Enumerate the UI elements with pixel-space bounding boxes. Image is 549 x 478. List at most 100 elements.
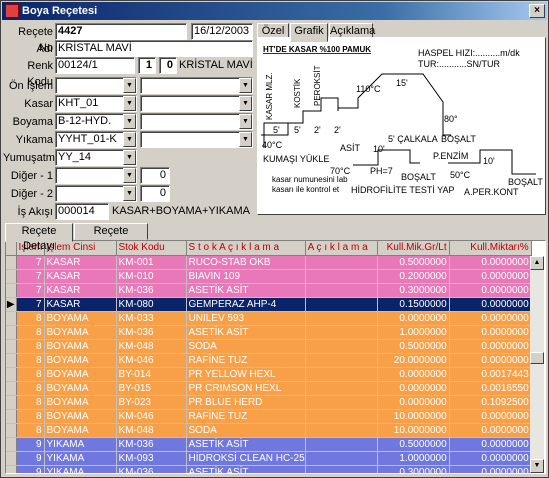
cell-kull-mik-gr[interactable]: 0.3000000 [377,465,450,473]
tab-recete-giderleri[interactable]: Reçete Giderleri [74,223,148,252]
cell-islem[interactable]: 8 [16,311,45,326]
cell-stok-kodu[interactable]: KM-080 [116,297,187,312]
on-islem-combo[interactable]: ▼ [55,77,137,94]
table-row[interactable]: ▶ 7 KASAR KM-080 GEMPERAZ AHP-4 0.1500000 0.00… [6,297,532,312]
cell-stok-kodu[interactable]: BY-014 [116,367,187,382]
cell-aciklama[interactable] [305,311,378,326]
cell-stok-aciklama[interactable]: RUCO-STAB OKB [186,255,306,270]
cell-stok-aciklama[interactable]: GEMPERAZ AHP-4 [186,297,306,312]
cell-stok-aciklama[interactable]: ASETİK ASİT [186,283,306,298]
cell-islem-cinsi[interactable]: KASAR [44,283,117,298]
table-row[interactable]: 8 BOYAMA KM-046 RAFİNE TUZ 20.0000000 0.00000… [6,353,532,368]
cell-islem[interactable]: 9 [16,465,45,473]
cell-islem-cinsi[interactable]: BOYAMA [44,339,117,354]
table-row[interactable]: 8 BOYAMA BY-023 PR BLUE HERD 0.0000000 0.1092… [6,395,532,410]
chevron-down-icon[interactable]: ▼ [239,78,252,93]
cell-islem[interactable]: 8 [16,353,45,368]
cell-aciklama[interactable] [305,353,378,368]
table-row[interactable]: 9 YIKAMA KM-093 HİDROKSİ CLEAN HC-25 1.00000… [6,451,532,466]
cell-islem[interactable]: 7 [16,255,45,270]
diger2-combo[interactable]: ▼ [55,185,137,202]
cell-kull-miktari[interactable]: 0.0000000 [449,297,532,312]
row-indicator[interactable] [6,381,17,396]
table-row[interactable]: 8 BOYAMA KM-046 RAFİNE TUZ 10.0000000 0.00000… [6,409,532,424]
table-row[interactable]: 8 BOYAMA KM-048 SODA 0.5000000 0.0000000 [6,339,532,354]
cell-stok-kodu[interactable]: KM-036 [116,437,187,452]
row-selected-arrow-icon[interactable]: ▶ [6,297,17,312]
cell-stok-aciklama[interactable]: RAFİNE TUZ [186,353,306,368]
row-indicator[interactable] [6,325,17,340]
date-field[interactable]: 16/12/2003 [191,23,253,40]
chevron-down-icon[interactable]: ▼ [239,132,252,147]
renk-n1-field[interactable]: 1 [138,57,156,74]
cell-kull-miktari[interactable]: 0.0000000 [449,353,532,368]
cell-islem[interactable]: 8 [16,395,45,410]
table-row[interactable]: 8 BOYAMA KM-048 SODA 10.0000000 0.0000000 [6,423,532,438]
cell-islem-cinsi[interactable]: YIKAMA [44,437,117,452]
kasar-combo[interactable]: KHT_01 ▼ [55,95,137,112]
cell-islem[interactable]: 7 [16,269,45,284]
cell-kull-mik-gr[interactable]: 10.0000000 [377,423,450,438]
cell-stok-kodu[interactable]: KM-048 [116,423,187,438]
col-stok-aciklama[interactable]: S t o k A ç ı k l a m a [186,241,306,256]
cell-kull-miktari[interactable]: 0.0000000 [449,283,532,298]
cell-stok-kodu[interactable]: KM-048 [116,339,187,354]
cell-stok-aciklama[interactable]: ASETİK ASİT [186,437,306,452]
close-icon[interactable]: × [529,4,545,18]
cell-kull-miktari[interactable]: 0.0000000 [449,437,532,452]
row-indicator[interactable] [6,283,17,298]
cell-aciklama[interactable] [305,465,378,473]
scroll-down-icon[interactable]: ▼ [530,459,544,473]
cell-kull-mik-gr[interactable]: 10.0000000 [377,409,450,424]
cell-stok-aciklama[interactable]: HİDROKSİ CLEAN HC-25 [186,451,306,466]
chevron-down-icon[interactable]: ▼ [123,96,136,111]
row-indicator[interactable] [6,339,17,354]
cell-stok-kodu[interactable]: KM-010 [116,269,187,284]
diger1-value-field[interactable]: 0 [140,167,170,184]
cell-kull-miktari[interactable]: 0.0000000 [449,325,532,340]
cell-kull-miktari[interactable]: 0.0000000 [449,423,532,438]
cell-stok-aciklama[interactable]: BIAVIN 109 [186,269,306,284]
yikama-combo[interactable]: YYHT_01-K ▼ [55,131,137,148]
tab-grafik[interactable]: Grafik [290,23,328,42]
cell-stok-aciklama[interactable]: ASETİK ASİT [186,325,306,340]
cell-stok-kodu[interactable]: KM-033 [116,311,187,326]
cell-kull-miktari[interactable]: 0.0000000 [449,255,532,270]
col-kull-miktari[interactable]: Kull.Miktarı% [449,241,532,256]
cell-kull-mik-gr[interactable]: 0.0000000 [377,367,450,382]
cell-islem[interactable]: 8 [16,409,45,424]
scroll-up-icon[interactable]: ▲ [530,256,544,270]
cell-islem[interactable]: 9 [16,437,45,452]
cell-kull-miktari[interactable]: 0.1092500 [449,395,532,410]
chevron-down-icon[interactable]: ▼ [123,186,136,201]
cell-kull-mik-gr[interactable]: 1.0000000 [377,325,450,340]
cell-aciklama[interactable] [305,451,378,466]
title-bar[interactable]: Boya Reçetesi × [2,2,547,20]
cell-islem-cinsi[interactable]: YIKAMA [44,465,117,473]
cell-islem[interactable]: 8 [16,381,45,396]
row-indicator[interactable] [6,255,17,270]
table-row[interactable]: 8 BOYAMA KM-036 ASETİK ASİT 1.0000000 0.00000… [6,325,532,340]
cell-aciklama[interactable] [305,269,378,284]
cell-islem[interactable]: 7 [16,283,45,298]
cell-aciklama[interactable] [305,255,378,270]
scroll-thumb[interactable] [530,352,544,364]
cell-kull-miktari[interactable]: 0.0000000 [449,451,532,466]
cell-islem-cinsi[interactable]: BOYAMA [44,395,117,410]
cell-islem-cinsi[interactable]: BOYAMA [44,381,117,396]
is-akisi-field[interactable]: 000014 [55,203,109,220]
cell-stok-kodu[interactable]: KM-046 [116,353,187,368]
cell-stok-aciklama[interactable]: SODA [186,339,306,354]
row-indicator[interactable] [6,409,17,424]
row-indicator[interactable] [6,367,17,382]
cell-aciklama[interactable] [305,409,378,424]
cell-aciklama[interactable] [305,395,378,410]
cell-islem[interactable]: 7 [16,297,45,312]
row-indicator[interactable] [6,395,17,410]
chevron-down-icon[interactable]: ▼ [239,114,252,129]
table-row[interactable]: 8 BOYAMA BY-014 PR YELLOW HEXL 0.0000000 0.00… [6,367,532,382]
cell-stok-kodu[interactable]: KM-036 [116,283,187,298]
row-indicator[interactable] [6,437,17,452]
cell-islem-cinsi[interactable]: YIKAMA [44,451,117,466]
cell-stok-aciklama[interactable]: PR BLUE HERD [186,395,306,410]
